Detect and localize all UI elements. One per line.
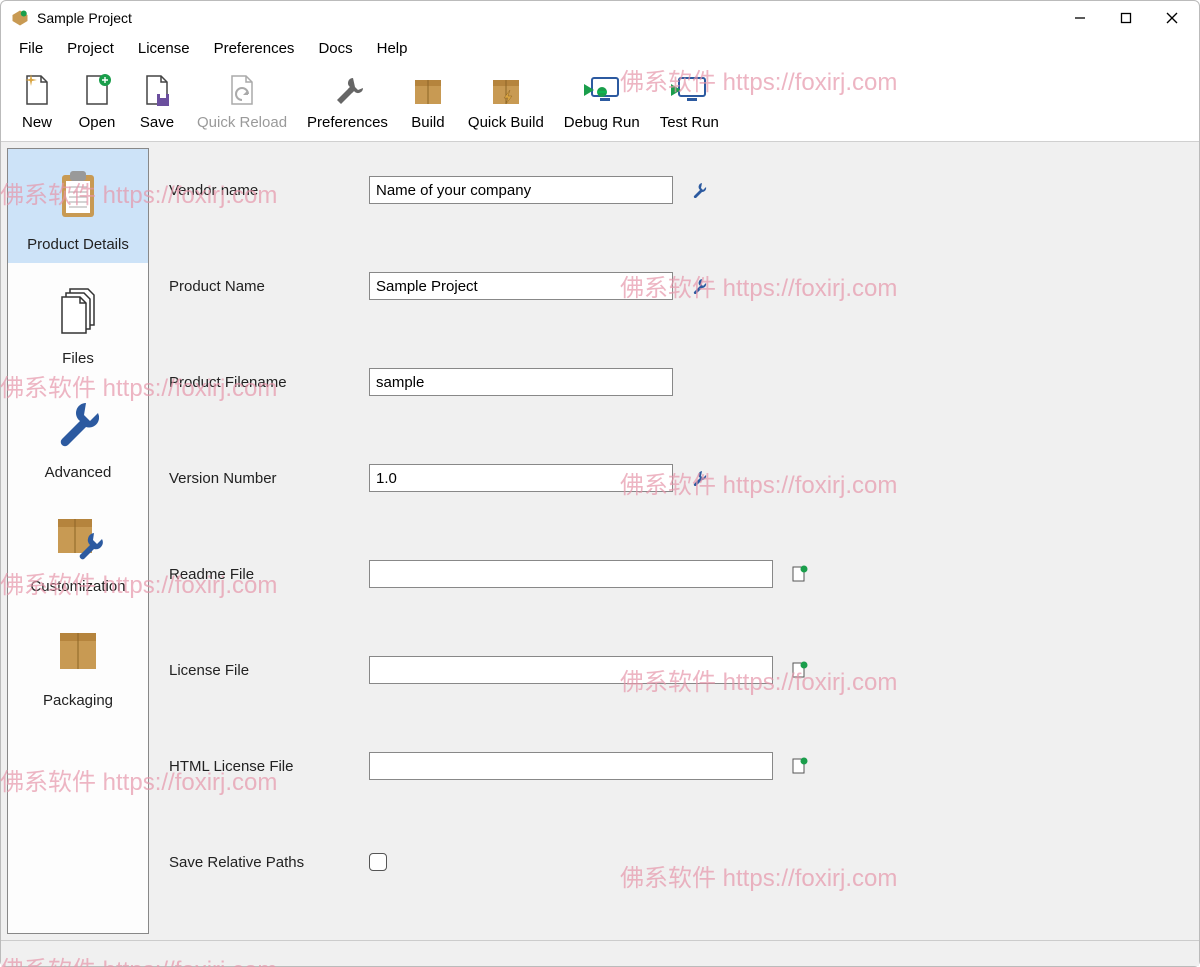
row-product-name: Product Name bbox=[169, 266, 1181, 306]
toolbar-preferences[interactable]: Preferences bbox=[297, 68, 398, 133]
sidebar-item-label: Advanced bbox=[45, 464, 112, 481]
label-readme-file: Readme File bbox=[169, 566, 369, 583]
menu-preferences[interactable]: Preferences bbox=[202, 37, 307, 60]
toolbar-debug-run[interactable]: Debug Run bbox=[554, 68, 650, 133]
row-product-filename: Product Filename bbox=[169, 362, 1181, 402]
menu-docs[interactable]: Docs bbox=[306, 37, 364, 60]
sidebar-item-product-details[interactable]: Product Details bbox=[8, 149, 148, 263]
files-icon bbox=[50, 281, 106, 342]
input-readme-file[interactable] bbox=[369, 560, 773, 588]
toolbar-test-run[interactable]: Test Run bbox=[650, 68, 729, 133]
close-button[interactable] bbox=[1149, 3, 1195, 33]
app-icon bbox=[11, 9, 29, 27]
toolbar-save[interactable]: Save bbox=[127, 68, 187, 133]
label-license-file: License File bbox=[169, 662, 369, 679]
wrench-icon[interactable] bbox=[689, 276, 709, 296]
sidebar-item-packaging[interactable]: Packaging bbox=[8, 605, 148, 719]
toolbar-new[interactable]: New bbox=[7, 68, 67, 133]
label-version-number: Version Number bbox=[169, 470, 369, 487]
input-html-license-file[interactable] bbox=[369, 752, 773, 780]
titlebar: Sample Project bbox=[1, 1, 1199, 35]
toolbar-quick-build-label: Quick Build bbox=[468, 114, 544, 131]
toolbar-build[interactable]: Build bbox=[398, 68, 458, 133]
toolbar: New Open Save Quick Reload Preferences B… bbox=[1, 64, 1199, 142]
clipboard-icon bbox=[50, 167, 106, 228]
toolbar-new-label: New bbox=[22, 114, 52, 131]
box-icon bbox=[408, 70, 448, 110]
toolbar-debug-run-label: Debug Run bbox=[564, 114, 640, 131]
box-wrench-icon bbox=[50, 509, 106, 570]
browse-file-icon[interactable] bbox=[789, 756, 809, 776]
menu-license[interactable]: License bbox=[126, 37, 202, 60]
app-window: Sample Project File Project License Pref… bbox=[0, 0, 1200, 967]
sidebar-item-label: Packaging bbox=[43, 692, 113, 709]
sidebar-item-advanced[interactable]: Advanced bbox=[8, 377, 148, 491]
menu-file[interactable]: File bbox=[7, 37, 55, 60]
input-vendor-name[interactable] bbox=[369, 176, 673, 204]
test-run-icon bbox=[669, 70, 709, 110]
label-vendor-name: Vendor name bbox=[169, 182, 369, 199]
input-license-file[interactable] bbox=[369, 656, 773, 684]
statusbar bbox=[1, 940, 1199, 966]
main-content: Product Details Files Advanced Customiza… bbox=[1, 142, 1199, 940]
row-version-number: Version Number bbox=[169, 458, 1181, 498]
minimize-button[interactable] bbox=[1057, 3, 1103, 33]
sidebar-item-label: Files bbox=[62, 350, 94, 367]
row-save-relative-paths: Save Relative Paths bbox=[169, 842, 1181, 882]
window-controls bbox=[1057, 3, 1195, 33]
label-save-relative-paths: Save Relative Paths bbox=[169, 854, 369, 871]
label-html-license-file: HTML License File bbox=[169, 758, 369, 775]
sidebar-item-files[interactable]: Files bbox=[8, 263, 148, 377]
menubar: File Project License Preferences Docs He… bbox=[1, 35, 1199, 64]
label-product-filename: Product Filename bbox=[169, 374, 369, 391]
toolbar-quick-reload[interactable]: Quick Reload bbox=[187, 68, 297, 133]
toolbar-preferences-label: Preferences bbox=[307, 114, 388, 131]
wrench-icon bbox=[50, 395, 106, 456]
package-icon bbox=[50, 623, 106, 684]
toolbar-open[interactable]: Open bbox=[67, 68, 127, 133]
window-title: Sample Project bbox=[37, 10, 1057, 26]
sidebar: Product Details Files Advanced Customiza… bbox=[7, 148, 149, 934]
row-html-license-file: HTML License File bbox=[169, 746, 1181, 786]
sidebar-item-label: Customization bbox=[30, 578, 125, 595]
form-product-details: Vendor name Product Name Product Filenam… bbox=[151, 142, 1199, 940]
debug-run-icon bbox=[582, 70, 622, 110]
browse-file-icon[interactable] bbox=[789, 564, 809, 584]
toolbar-open-label: Open bbox=[79, 114, 116, 131]
menu-project[interactable]: Project bbox=[55, 37, 126, 60]
sidebar-item-customization[interactable]: Customization bbox=[8, 491, 148, 605]
new-file-icon bbox=[17, 70, 57, 110]
row-vendor-name: Vendor name bbox=[169, 170, 1181, 210]
toolbar-save-label: Save bbox=[140, 114, 174, 131]
reload-icon bbox=[222, 70, 262, 110]
toolbar-test-run-label: Test Run bbox=[660, 114, 719, 131]
menu-help[interactable]: Help bbox=[365, 37, 420, 60]
save-file-icon bbox=[137, 70, 177, 110]
open-file-icon bbox=[77, 70, 117, 110]
toolbar-quick-reload-label: Quick Reload bbox=[197, 114, 287, 131]
input-product-filename[interactable] bbox=[369, 368, 673, 396]
maximize-button[interactable] bbox=[1103, 3, 1149, 33]
toolbar-quick-build[interactable]: Quick Build bbox=[458, 68, 554, 133]
tools-icon bbox=[327, 70, 367, 110]
row-license-file: License File bbox=[169, 650, 1181, 690]
input-product-name[interactable] bbox=[369, 272, 673, 300]
label-product-name: Product Name bbox=[169, 278, 369, 295]
row-readme-file: Readme File bbox=[169, 554, 1181, 594]
wrench-icon[interactable] bbox=[689, 180, 709, 200]
browse-file-icon[interactable] bbox=[789, 660, 809, 680]
box-lightning-icon bbox=[486, 70, 526, 110]
wrench-icon[interactable] bbox=[689, 468, 709, 488]
toolbar-build-label: Build bbox=[411, 114, 444, 131]
checkbox-save-relative-paths[interactable] bbox=[369, 853, 387, 871]
input-version-number[interactable] bbox=[369, 464, 673, 492]
sidebar-item-label: Product Details bbox=[27, 236, 129, 253]
